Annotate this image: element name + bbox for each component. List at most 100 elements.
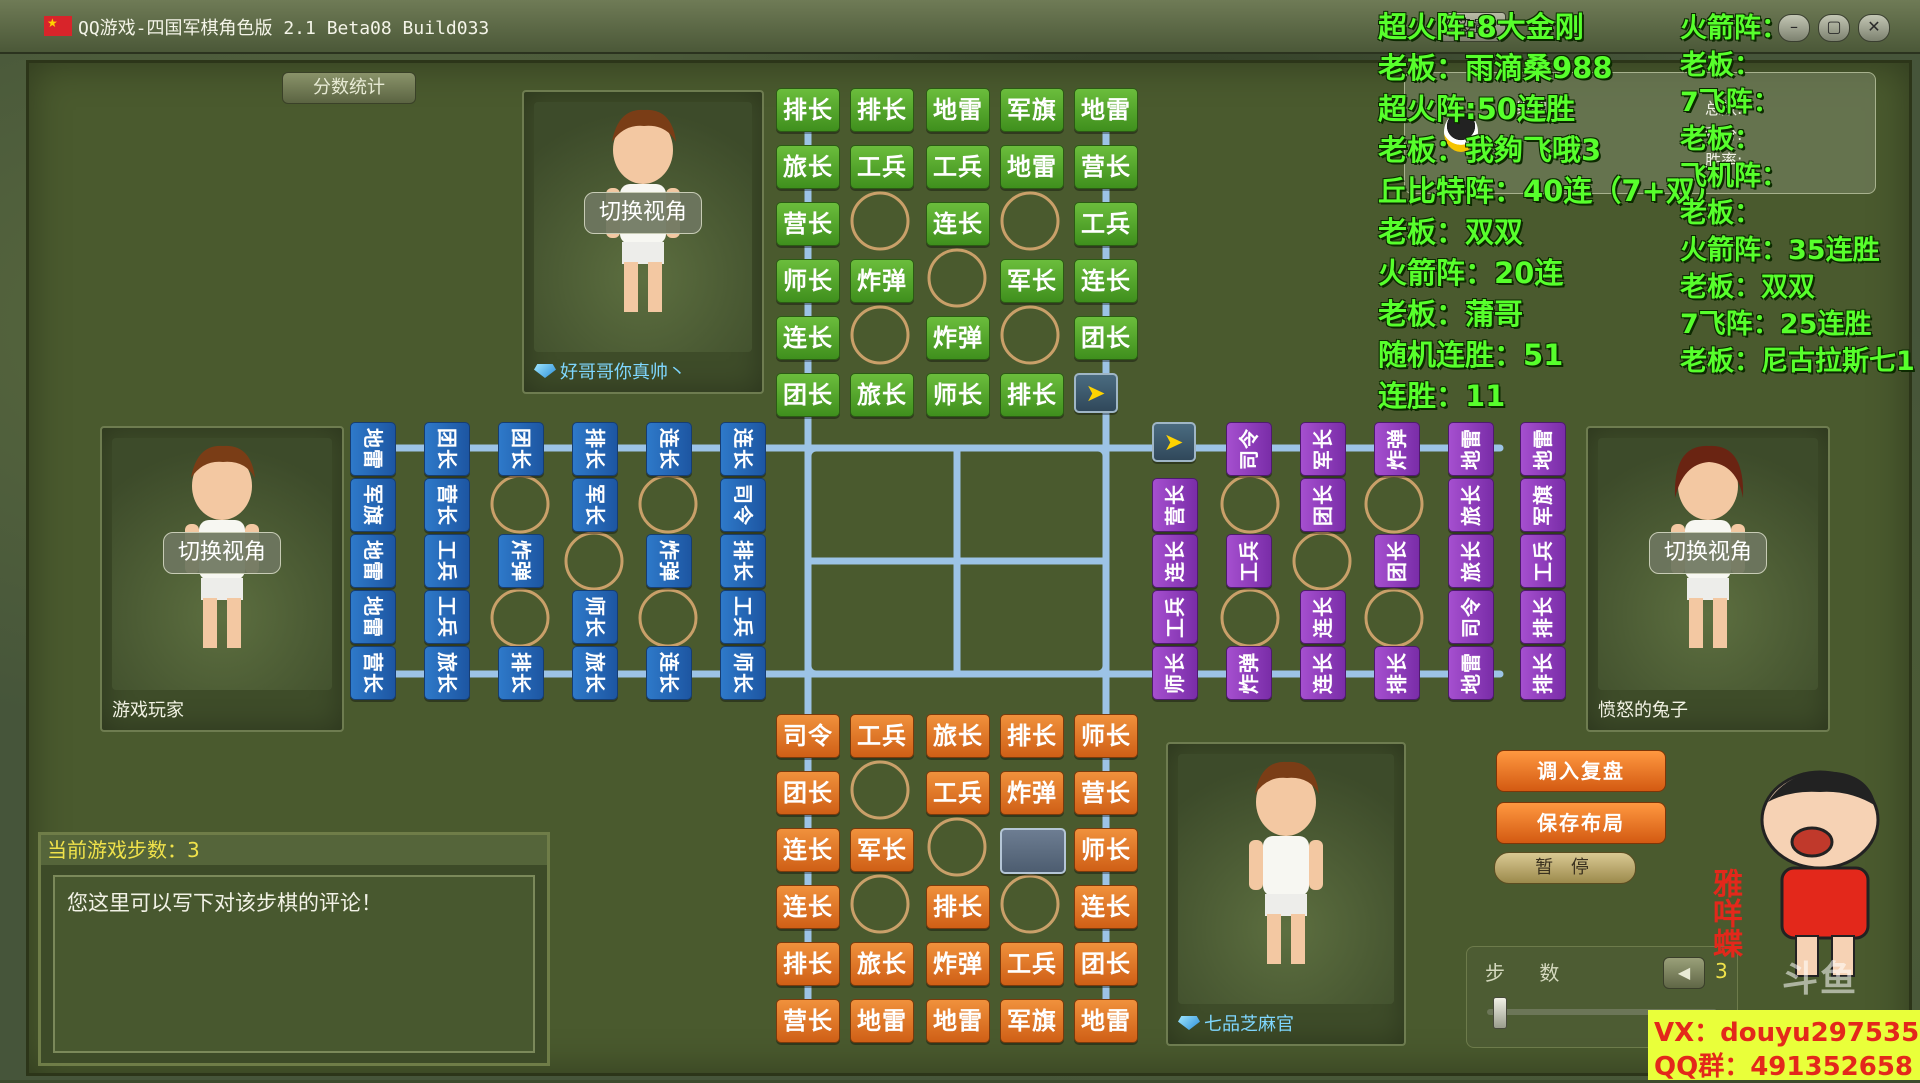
board-piece[interactable]: 工兵 — [720, 590, 766, 644]
board-piece[interactable]: 连长 — [776, 316, 840, 360]
board-piece[interactable]: 师长 — [1074, 714, 1138, 758]
load-replay-button[interactable]: 调入复盘 — [1496, 750, 1666, 792]
board-piece[interactable]: 旅长 — [572, 646, 618, 700]
board-piece[interactable]: 旅长 — [1448, 478, 1494, 532]
board-piece[interactable]: 地雷 — [1448, 422, 1494, 476]
board-piece[interactable]: 排长 — [1000, 373, 1064, 417]
board-piece[interactable]: 排长 — [1000, 714, 1064, 758]
board-piece[interactable]: 排长 — [1374, 646, 1420, 700]
board-piece[interactable]: 连长 — [776, 828, 840, 872]
board-piece[interactable]: 军旗 — [1000, 999, 1064, 1043]
board-piece[interactable]: 旅长 — [776, 145, 840, 189]
board-piece[interactable]: 排长 — [1520, 646, 1566, 700]
board-piece[interactable]: 连长 — [776, 885, 840, 929]
board-piece[interactable]: 团长 — [1074, 316, 1138, 360]
board-piece[interactable]: 排长 — [572, 422, 618, 476]
board-piece[interactable]: 连长 — [926, 202, 990, 246]
board-piece[interactable]: 连长 — [1300, 590, 1346, 644]
board-piece[interactable]: 旅长 — [1448, 534, 1494, 588]
board-piece[interactable]: 地雷 — [850, 999, 914, 1043]
board-piece[interactable]: 炸弹 — [646, 534, 692, 588]
board-piece[interactable]: 地雷 — [1074, 999, 1138, 1043]
board-piece[interactable]: 团长 — [1374, 534, 1420, 588]
board-piece[interactable]: 连长 — [720, 422, 766, 476]
board-piece[interactable]: 军旗 — [350, 478, 396, 532]
board-piece[interactable]: 团长 — [1300, 478, 1346, 532]
board-piece[interactable]: 军长 — [1300, 422, 1346, 476]
board-piece[interactable]: 排长 — [498, 646, 544, 700]
board-piece[interactable]: 地雷 — [350, 422, 396, 476]
board-piece[interactable]: 旅长 — [850, 373, 914, 417]
board-piece[interactable]: 团长 — [498, 422, 544, 476]
last-move-marker-icon[interactable]: ➤ — [1152, 422, 1196, 462]
board-piece[interactable]: 连长 — [646, 422, 692, 476]
board-piece[interactable]: 工兵 — [926, 145, 990, 189]
prev-step-button[interactable]: ◀ — [1663, 957, 1705, 989]
board-piece[interactable]: 司令 — [1226, 422, 1272, 476]
last-move-marker-icon[interactable]: ➤ — [1074, 373, 1118, 413]
step-slider-thumb[interactable] — [1493, 997, 1507, 1029]
board-piece[interactable]: 地雷 — [926, 999, 990, 1043]
board-piece[interactable]: 排长 — [720, 534, 766, 588]
board-piece[interactable]: 师长 — [1074, 828, 1138, 872]
board-piece[interactable]: 军旗 — [1520, 478, 1566, 532]
board-piece[interactable]: 排长 — [1520, 590, 1566, 644]
board-piece[interactable]: 旅长 — [926, 714, 990, 758]
board-piece[interactable]: 炸弹 — [1000, 771, 1064, 815]
board-piece[interactable]: 连长 — [1152, 534, 1198, 588]
board-piece[interactable]: 排长 — [850, 88, 914, 132]
board-piece[interactable]: 炸弹 — [850, 259, 914, 303]
board-piece[interactable]: 团长 — [424, 422, 470, 476]
board-piece[interactable]: 工兵 — [1226, 534, 1272, 588]
board-piece[interactable]: 师长 — [572, 590, 618, 644]
board-piece[interactable]: 工兵 — [1152, 590, 1198, 644]
board-piece[interactable]: 地雷 — [1448, 646, 1494, 700]
board-piece[interactable]: 营长 — [776, 202, 840, 246]
board-piece[interactable]: 团长 — [1074, 942, 1138, 986]
board-piece[interactable]: 地雷 — [350, 590, 396, 644]
board-piece[interactable]: 营长 — [424, 478, 470, 532]
board-piece[interactable]: 工兵 — [1520, 534, 1566, 588]
board-piece[interactable]: 地雷 — [1000, 145, 1064, 189]
board-piece[interactable]: 司令 — [720, 478, 766, 532]
board-piece[interactable]: 工兵 — [1074, 202, 1138, 246]
board-piece[interactable]: 排长 — [926, 885, 990, 929]
board-piece[interactable]: 师长 — [776, 259, 840, 303]
board-piece[interactable]: 军长 — [1000, 259, 1064, 303]
comment-input[interactable]: 您这里可以写下对该步棋的评论！ — [53, 875, 535, 1053]
board-piece[interactable]: 旅长 — [424, 646, 470, 700]
board-piece[interactable]: 师长 — [1152, 646, 1198, 700]
board-piece[interactable]: 军长 — [572, 478, 618, 532]
board-piece[interactable]: 炸弹 — [1374, 422, 1420, 476]
board-piece[interactable]: 工兵 — [926, 771, 990, 815]
board-piece[interactable]: 地雷 — [926, 88, 990, 132]
board-piece[interactable]: 连长 — [1300, 646, 1346, 700]
board-piece[interactable]: 工兵 — [850, 145, 914, 189]
board-piece[interactable]: 工兵 — [424, 590, 470, 644]
board-piece[interactable]: 炸弹 — [926, 316, 990, 360]
board-piece[interactable]: 地雷 — [1520, 422, 1566, 476]
board-piece[interactable]: 营长 — [350, 646, 396, 700]
board-piece[interactable]: 团长 — [776, 771, 840, 815]
board-piece[interactable]: 炸弹 — [498, 534, 544, 588]
pause-button[interactable]: 暂 停 — [1494, 852, 1636, 884]
board-piece[interactable]: 地雷 — [1074, 88, 1138, 132]
board-piece[interactable]: 炸弹 — [926, 942, 990, 986]
save-layout-button[interactable]: 保存布局 — [1496, 802, 1666, 844]
board-piece[interactable]: 营长 — [776, 999, 840, 1043]
board-piece[interactable]: 排长 — [776, 942, 840, 986]
board-piece[interactable]: 炸弹 — [1226, 646, 1272, 700]
board-piece[interactable]: 军旗 — [1000, 88, 1064, 132]
board-piece[interactable]: 营长 — [1074, 771, 1138, 815]
board-piece[interactable]: 司令 — [1448, 590, 1494, 644]
board-piece[interactable]: 营长 — [1152, 478, 1198, 532]
board-piece[interactable]: 地雷 — [350, 534, 396, 588]
board-piece[interactable]: 排长 — [776, 88, 840, 132]
board-piece[interactable]: 司令 — [776, 714, 840, 758]
empty-slot[interactable] — [1000, 828, 1066, 874]
board-piece[interactable]: 师长 — [926, 373, 990, 417]
board-piece[interactable]: 工兵 — [1000, 942, 1064, 986]
board-piece[interactable]: 旅长 — [850, 942, 914, 986]
board-piece[interactable]: 连长 — [1074, 259, 1138, 303]
board-piece[interactable]: 工兵 — [850, 714, 914, 758]
